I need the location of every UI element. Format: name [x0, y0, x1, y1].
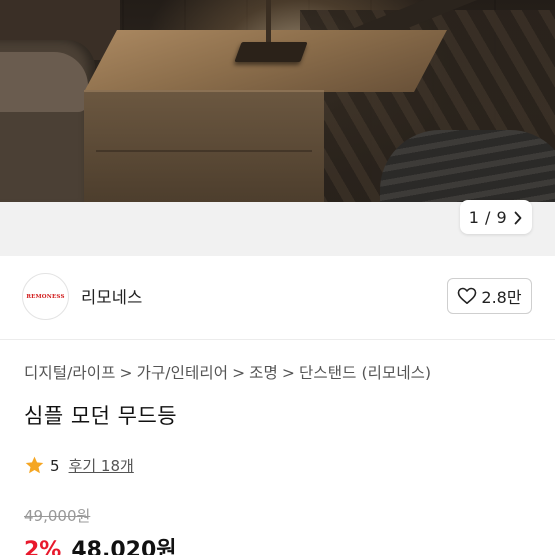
seller-name[interactable]: 리모네스	[81, 284, 143, 308]
original-price: 49,000원	[24, 507, 91, 525]
star-icon	[24, 455, 45, 476]
rating-value: 5	[50, 456, 60, 475]
seller-row: REMONESS 리모네스 2.8만	[0, 256, 555, 340]
photo-lamp-base	[234, 42, 308, 62]
image-pager-button[interactable]: 1 / 9	[460, 200, 532, 234]
final-price-row: 2% 48,020원	[24, 532, 177, 555]
category-breadcrumb: 디지털/라이프 > 가구/인테리어 > 조명 > 단스탠드 (리모네스)	[24, 361, 431, 383]
photo-bed-sheet	[0, 52, 88, 112]
breadcrumb-separator: >	[119, 364, 133, 382]
breadcrumb-item-furniture-interior[interactable]: 가구/인테리어	[137, 364, 228, 382]
product-image-gallery[interactable]: 1 / 9	[0, 0, 555, 256]
photo-drawer-line	[96, 150, 312, 152]
like-button[interactable]: 2.8만	[447, 278, 532, 314]
heart-outline-icon	[457, 287, 477, 305]
like-count: 2.8만	[481, 288, 522, 307]
seller-logo-text: REMONESS	[26, 293, 65, 300]
photo-pillow	[380, 130, 555, 202]
rating-row: 5 후기 18개	[24, 455, 134, 476]
seller-logo[interactable]: REMONESS	[22, 273, 69, 320]
image-pager-counter: 1 / 9	[468, 207, 508, 227]
photo-nightstand-front	[84, 90, 324, 202]
breadcrumb-item-digital-life[interactable]: 디지털/라이프	[24, 364, 115, 382]
final-price: 48,020원	[71, 538, 177, 555]
breadcrumb-separator: >	[232, 364, 246, 382]
product-title: 심플 모던 무드등	[24, 404, 178, 428]
breadcrumb-item-lighting[interactable]: 조명	[249, 364, 278, 382]
product-photo[interactable]	[0, 0, 555, 202]
breadcrumb-item-stand[interactable]: 단스탠드 (리모네스)	[299, 364, 431, 382]
chevron-right-icon	[513, 210, 523, 225]
discount-rate: 2%	[24, 538, 62, 555]
breadcrumb-separator: >	[281, 364, 295, 382]
review-count-link[interactable]: 후기 18개	[69, 455, 134, 476]
